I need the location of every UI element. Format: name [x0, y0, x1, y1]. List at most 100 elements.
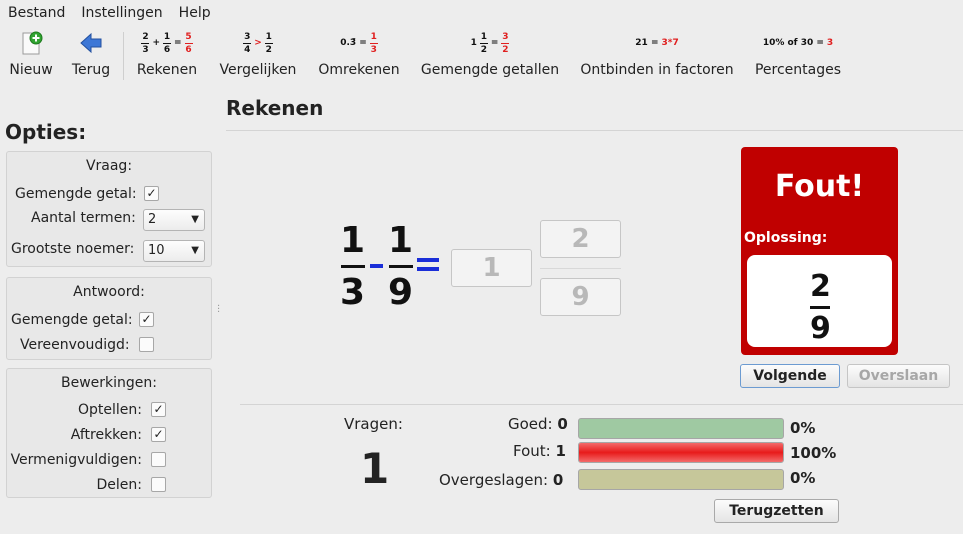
- questions-label: Vragen:: [344, 415, 403, 433]
- back-arrow-icon: [79, 26, 103, 60]
- correct-percent: 0%: [790, 419, 816, 437]
- back-button[interactable]: Terug: [66, 26, 116, 86]
- task-fraction-b: 1 9: [388, 220, 413, 313]
- solution-fraction: 2 9: [810, 269, 831, 346]
- result-panel: Fout! Oplossing: 2 9: [741, 147, 898, 355]
- fraction-bar: [388, 265, 413, 268]
- terms-select[interactable]: 2 ▼: [143, 209, 205, 231]
- correct-progress-bar: [578, 418, 784, 439]
- skipped-value: 0: [552, 471, 564, 489]
- wrong-label: Fout: 1: [513, 442, 566, 460]
- toolbar: Nieuw Terug 23 + 16 = 56 Rekenen 34 > 1 …: [0, 26, 963, 88]
- terms-value: 2: [148, 212, 157, 227]
- skipped-percent: 0%: [790, 469, 816, 487]
- answer-denominator-input[interactable]: 9: [540, 278, 621, 316]
- task-b-denominator: 9: [388, 272, 414, 313]
- fraction-bar: [810, 306, 831, 309]
- factorize-icon: 21 = 3*7: [635, 38, 679, 48]
- antwoord-title: Antwoord:: [73, 284, 145, 300]
- mode-vergelijken-label: Vergelijken: [219, 62, 297, 78]
- stats-divider: [240, 404, 963, 405]
- simplified-checkbox[interactable]: [139, 337, 154, 352]
- new-label: Nieuw: [9, 62, 53, 78]
- new-button[interactable]: Nieuw: [6, 26, 56, 86]
- bewerkingen-title: Bewerkingen:: [61, 375, 157, 391]
- mode-omrekenen[interactable]: 0.3̄ = 13 Omrekenen: [315, 26, 403, 86]
- skipped-label: Overgeslagen: 0: [439, 471, 563, 489]
- solution-box: 2 9: [747, 255, 892, 347]
- wrong-progress-fill: [579, 443, 783, 462]
- menu-instellingen[interactable]: Instellingen: [81, 5, 162, 21]
- vraag-group: Vraag: Gemengde getal: ✓ Aantal termen: …: [6, 151, 212, 267]
- menubar: Bestand Instellingen Help: [0, 0, 963, 26]
- task-b-numerator: 1: [388, 220, 414, 261]
- mode-percentages-label: Percentages: [754, 62, 842, 78]
- solution-label: Oplossing:: [744, 230, 828, 246]
- skipped-progress-bar: [578, 469, 784, 490]
- divide-label: Delen:: [96, 477, 143, 493]
- new-document-icon: [19, 26, 43, 60]
- question-mixed-checkbox[interactable]: ✓: [144, 186, 159, 201]
- add-fractions-icon: 23 + 16 = 56: [141, 31, 193, 55]
- skipped-label-text: Overgeslagen:: [439, 471, 549, 489]
- mode-percentages[interactable]: 10% of 30 = 3 Percentages: [752, 26, 844, 86]
- splitter-handle[interactable]: · · ·: [217, 302, 220, 318]
- add-checkbox[interactable]: ✓: [151, 402, 166, 417]
- menu-help[interactable]: Help: [179, 5, 211, 21]
- equals-operator: [417, 258, 439, 276]
- correct-value: 0: [557, 415, 568, 433]
- options-title: Opties:: [5, 120, 87, 144]
- mode-ontbinden[interactable]: 21 = 3*7 Ontbinden in factoren: [576, 26, 738, 86]
- answer-fraction-bar: [540, 268, 621, 269]
- next-button[interactable]: Volgende: [740, 364, 840, 388]
- mode-gemengde-getallen-label: Gemengde getallen: [420, 62, 560, 78]
- task-a-denominator: 3: [340, 272, 366, 313]
- task-a-numerator: 1: [340, 220, 366, 261]
- correct-label: Goed: 0: [508, 415, 568, 433]
- vraag-title: Vraag:: [85, 158, 133, 174]
- toolbar-separator: [123, 32, 124, 80]
- multiply-checkbox[interactable]: [151, 452, 166, 467]
- mode-vergelijken[interactable]: 34 > 12 Vergelijken: [215, 26, 301, 86]
- subtract-label: Aftrekken:: [70, 427, 142, 443]
- mode-gemengde-getallen[interactable]: 1 12 = 32 Gemengde getallen: [418, 26, 562, 86]
- add-label: Optellen:: [78, 402, 142, 418]
- antwoord-group: Antwoord: Gemengde getal: ✓ Vereenvoudig…: [6, 277, 212, 360]
- convert-decimal-icon: 0.3̄ = 13: [340, 31, 378, 55]
- mode-rekenen-label: Rekenen: [136, 62, 198, 78]
- multiply-label: Vermenigvuldigen:: [10, 452, 142, 468]
- questions-count: 1: [360, 444, 390, 493]
- answer-mixed-checkbox[interactable]: ✓: [139, 312, 154, 327]
- terms-label: Aantal termen:: [31, 210, 136, 226]
- title-divider: [226, 130, 963, 131]
- mode-ontbinden-label: Ontbinden in factoren: [580, 62, 734, 78]
- back-label: Terug: [71, 62, 111, 78]
- solution-numerator: 2: [810, 269, 831, 304]
- skip-button[interactable]: Overslaan: [847, 364, 950, 388]
- page-title: Rekenen: [226, 96, 324, 120]
- mixed-numbers-icon: 1 12 = 32: [470, 31, 510, 55]
- compare-fractions-icon: 34 > 12: [243, 31, 273, 55]
- denominator-label: Grootste noemer:: [11, 241, 135, 257]
- mode-rekenen[interactable]: 23 + 16 = 56 Rekenen: [133, 26, 201, 86]
- wrong-progress-bar: [578, 442, 784, 463]
- answer-whole-input[interactable]: 1: [451, 249, 532, 287]
- answer-numerator-input[interactable]: 2: [540, 220, 621, 258]
- minus-operator: [370, 264, 383, 268]
- denominator-select[interactable]: 10 ▼: [143, 240, 205, 262]
- mode-omrekenen-label: Omrekenen: [318, 62, 400, 78]
- subtract-checkbox[interactable]: ✓: [151, 427, 166, 442]
- bewerkingen-group: Bewerkingen: Optellen: ✓ Aftrekken: ✓ Ve…: [6, 368, 212, 498]
- reset-button[interactable]: Terugzetten: [714, 499, 839, 523]
- wrong-value: 1: [555, 442, 566, 460]
- answer-mixed-label: Gemengde getal:: [11, 312, 133, 328]
- fraction-bar: [340, 265, 365, 268]
- chevron-down-icon: ▼: [191, 245, 199, 256]
- divide-checkbox[interactable]: [151, 477, 166, 492]
- percentage-icon: 10% of 30 = 3: [762, 38, 834, 48]
- correct-label-text: Goed:: [508, 415, 553, 433]
- chevron-down-icon: ▼: [191, 214, 199, 225]
- result-title: Fout!: [774, 169, 865, 204]
- simplified-label: Vereenvoudigd:: [20, 337, 130, 353]
- menu-bestand[interactable]: Bestand: [8, 5, 65, 21]
